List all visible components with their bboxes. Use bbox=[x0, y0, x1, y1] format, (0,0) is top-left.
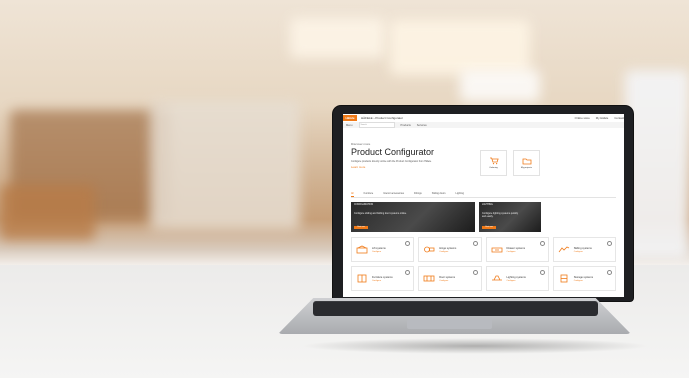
tile-link[interactable]: Configure bbox=[574, 251, 592, 253]
kicker: Discover more bbox=[351, 142, 371, 146]
page-description: Configure products directly online with … bbox=[351, 160, 432, 163]
tile-lift-systems[interactable]: Lift systems Configure bbox=[351, 237, 415, 262]
tile-title: Hinge systems bbox=[439, 246, 457, 250]
info-icon[interactable] bbox=[405, 270, 411, 275]
breadcrumb[interactable]: HÄFELE › Product Configurator bbox=[361, 116, 403, 120]
page-title: Product Configurator bbox=[351, 147, 435, 157]
tile-title: Drawer systems bbox=[506, 246, 526, 250]
promo-banner[interactable]: CONFIGURATION Configure sliding and fold… bbox=[351, 202, 475, 232]
trackpad[interactable] bbox=[407, 319, 492, 329]
banner-text: Configure sliding and folding door syste… bbox=[354, 212, 407, 215]
tile-lighting-systems[interactable]: Lighting systems Configure bbox=[485, 266, 549, 291]
top-bar: Häfele HÄFELE › Product Configurator Onl… bbox=[343, 114, 624, 122]
quick-link-projects[interactable]: My projects bbox=[513, 150, 540, 176]
learn-more-link[interactable]: Learn more bbox=[351, 165, 471, 169]
blurred-cabinet bbox=[150, 100, 300, 230]
tile-title: Sliding systems bbox=[573, 246, 592, 250]
info-icon[interactable] bbox=[539, 270, 545, 275]
category-tabs: All Furniture Interior accessories Fitti… bbox=[351, 192, 616, 198]
tab-lighting[interactable]: Lighting bbox=[456, 192, 464, 197]
search-input[interactable]: Search bbox=[358, 122, 395, 128]
tile-title: Door systems bbox=[439, 275, 456, 279]
brand-logo[interactable]: Häfele bbox=[343, 115, 357, 121]
tile-drawer-systems[interactable]: Drawer systems Configure bbox=[485, 237, 549, 262]
banner-tag: LIGHTING bbox=[482, 204, 493, 206]
furniture-icon bbox=[357, 274, 367, 283]
util-link[interactable]: Online store bbox=[575, 116, 590, 120]
hinge-icon bbox=[424, 246, 435, 253]
slide-icon bbox=[558, 246, 569, 253]
info-icon[interactable] bbox=[472, 270, 478, 275]
tile-title: Lift systems bbox=[372, 246, 386, 250]
banner-button[interactable]: Start now bbox=[482, 226, 496, 229]
util-link[interactable]: My Häfele bbox=[596, 116, 609, 120]
storage-icon bbox=[560, 274, 568, 283]
laptop-screen: Häfele HÄFELE › Product Configurator Onl… bbox=[343, 114, 624, 297]
lift-icon bbox=[356, 245, 368, 254]
tab-all[interactable]: All bbox=[351, 192, 354, 197]
info-icon[interactable] bbox=[607, 270, 612, 275]
info-icon[interactable] bbox=[607, 241, 612, 246]
drawer-icon bbox=[491, 247, 502, 253]
keyboard bbox=[313, 301, 598, 316]
tile-link[interactable]: Configure bbox=[574, 280, 593, 282]
light-icon bbox=[491, 275, 502, 281]
quick-link-label: My projects bbox=[520, 167, 533, 169]
tile-storage-systems[interactable]: Storage systems Configure bbox=[552, 266, 616, 291]
sub-navigation: Menu Search Products Services bbox=[343, 122, 624, 128]
tile-link[interactable]: Configure bbox=[439, 280, 455, 282]
blurred-bench bbox=[0, 185, 95, 240]
subbar-item[interactable]: Products bbox=[401, 124, 411, 127]
tile-title: Lighting systems bbox=[506, 275, 526, 279]
folder-icon bbox=[522, 158, 531, 165]
tile-title: Storage systems bbox=[573, 275, 594, 279]
banner-tag: CONFIGURATION bbox=[354, 204, 374, 206]
tile-link[interactable]: Configure bbox=[507, 251, 526, 253]
quick-link-ordering[interactable]: Ordering bbox=[480, 150, 507, 176]
blurred-light bbox=[290, 18, 385, 58]
quick-link-label: Ordering bbox=[489, 167, 498, 169]
door-icon bbox=[423, 275, 435, 282]
blurred-light bbox=[390, 20, 530, 75]
tab-fittings[interactable]: Fittings bbox=[414, 192, 422, 197]
tile-link[interactable]: Configure bbox=[507, 280, 526, 282]
banner-button[interactable]: Start now bbox=[354, 226, 368, 229]
tile-hinge-systems[interactable]: Hinge systems Configure bbox=[418, 237, 482, 262]
tile-link[interactable]: Configure bbox=[372, 251, 386, 253]
util-link[interactable]: Contact bbox=[614, 116, 624, 120]
tile-furniture-systems[interactable]: Furniture systems Configure bbox=[351, 266, 415, 291]
banner-text: Configure lighting systems quickly and e… bbox=[482, 212, 519, 218]
utility-links: Online store My Häfele Contact bbox=[575, 116, 624, 120]
blurred-light bbox=[460, 70, 540, 102]
promo-banner[interactable]: LIGHTING Configure lighting systems quic… bbox=[479, 202, 541, 232]
subbar-item[interactable]: Services bbox=[417, 124, 427, 127]
info-icon[interactable] bbox=[472, 241, 478, 246]
tile-sliding-systems[interactable]: Sliding systems Configure bbox=[552, 237, 616, 262]
laptop-shadow bbox=[300, 338, 650, 354]
tile-door-systems[interactable]: Door systems Configure bbox=[418, 266, 482, 291]
configurator-tiles: Lift systems Configure Hinge systems Confi… bbox=[351, 237, 616, 291]
tile-link[interactable]: Configure bbox=[439, 251, 456, 253]
blurred-window bbox=[625, 70, 689, 260]
tab-furniture[interactable]: Furniture bbox=[364, 192, 374, 197]
tile-title: Furniture systems bbox=[372, 275, 393, 279]
tile-link[interactable]: Configure bbox=[372, 280, 393, 282]
hero-text: Discover more Product Configurator Confi… bbox=[351, 142, 471, 169]
tab-sliding-doors[interactable]: Sliding doors bbox=[432, 192, 446, 197]
tab-interior[interactable]: Interior accessories bbox=[383, 192, 404, 197]
info-icon[interactable] bbox=[405, 241, 411, 246]
info-icon[interactable] bbox=[539, 241, 545, 246]
subbar-item[interactable]: Menu bbox=[346, 124, 353, 127]
cart-icon bbox=[489, 157, 499, 165]
